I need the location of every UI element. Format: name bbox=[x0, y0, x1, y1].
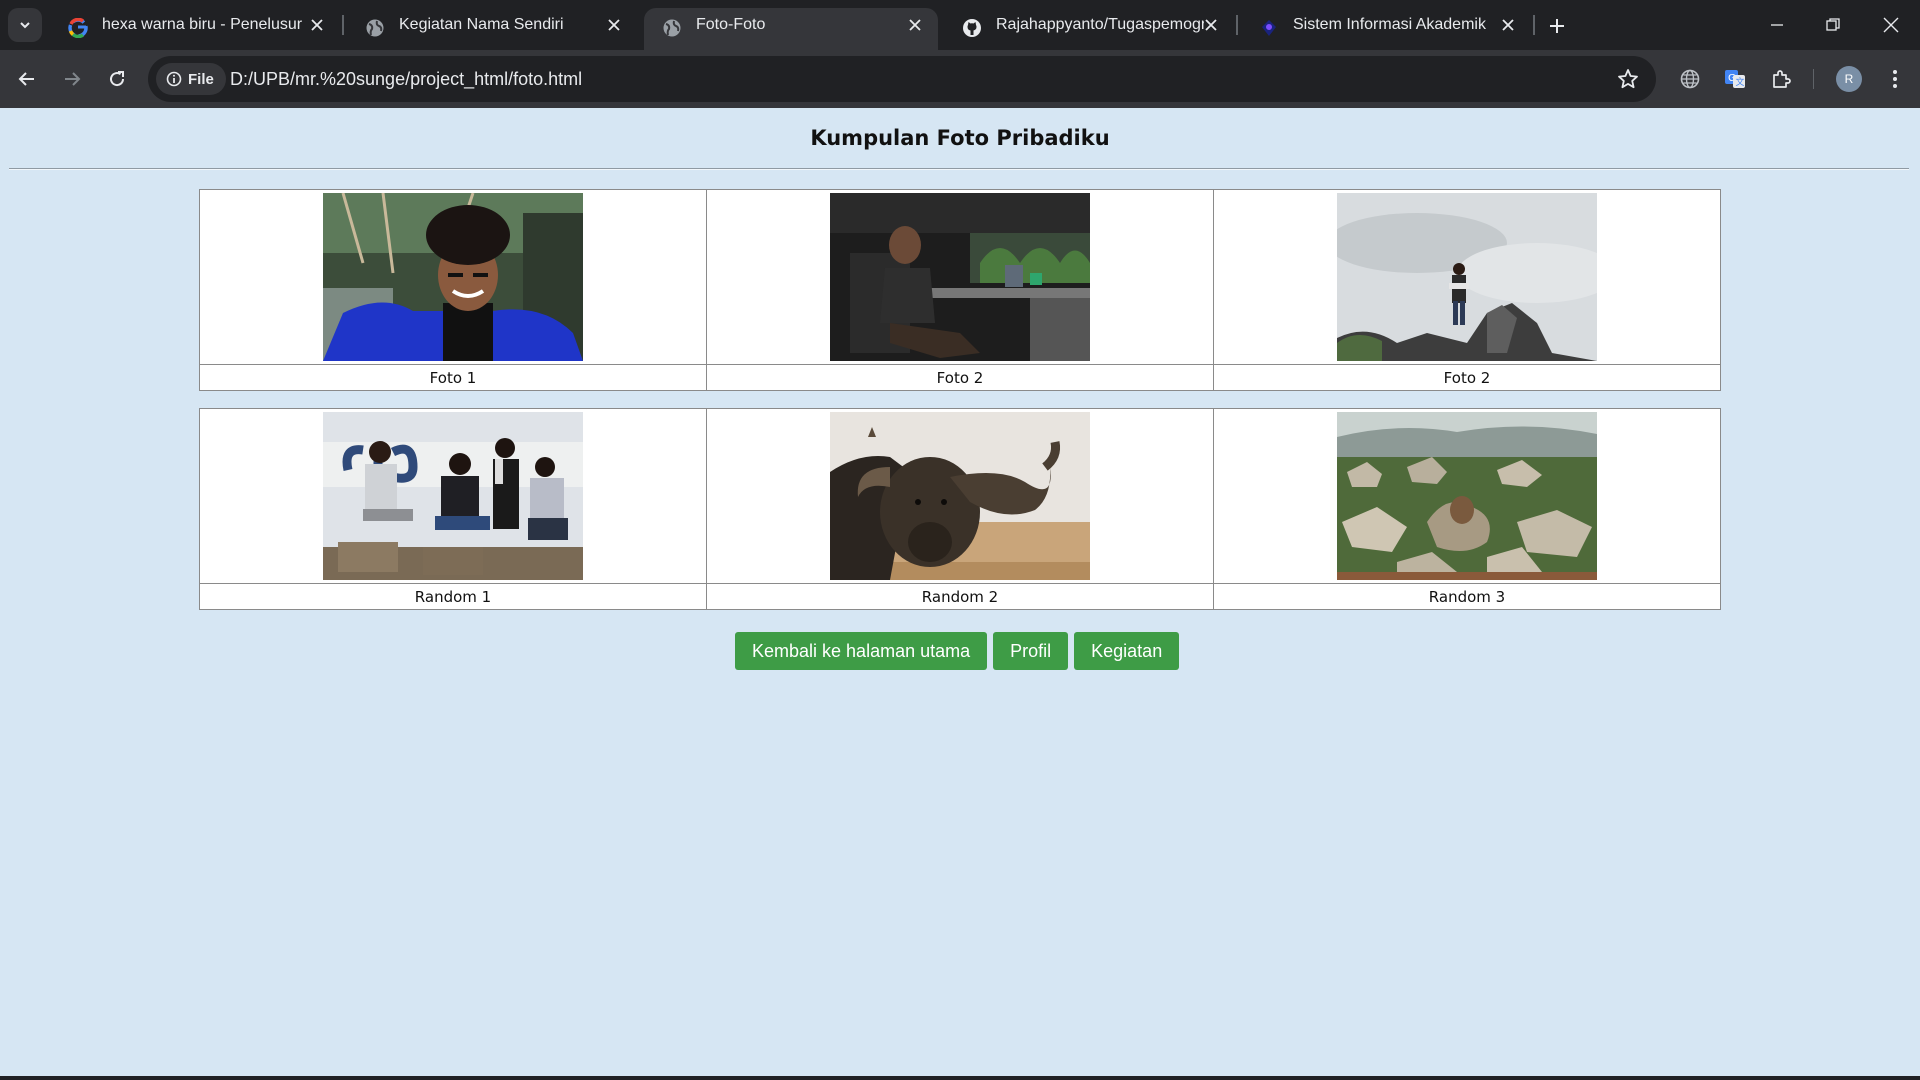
browser-toolbar: File D:/UPB/mr.%20sunge/project_html/fot… bbox=[0, 50, 1920, 108]
navigation-buttons: Kembali ke halaman utama Profil Kegiatan bbox=[735, 632, 1180, 670]
photo-foto-2[interactable] bbox=[830, 193, 1090, 361]
photo-caption: Foto 2 bbox=[1213, 364, 1721, 391]
close-tab-icon[interactable] bbox=[603, 14, 625, 36]
tab-foto-foto[interactable]: Foto-Foto bbox=[644, 8, 938, 50]
google-icon bbox=[68, 18, 88, 38]
tab-separator bbox=[342, 15, 344, 35]
tab-title: Rajahappyanto/Tugaspemogram bbox=[996, 16, 1204, 33]
profile-button[interactable]: Profil bbox=[993, 632, 1069, 670]
restore-button[interactable] bbox=[1808, 8, 1858, 42]
svg-text:文: 文 bbox=[1736, 76, 1745, 88]
more-vertical-icon bbox=[1893, 70, 1897, 88]
globe-icon bbox=[663, 19, 681, 37]
toolbar-divider bbox=[1813, 69, 1814, 89]
tab-hexa-warna-biru[interactable]: hexa warna biru - Penelusuran G bbox=[50, 8, 340, 50]
caption-row: Foto 1 Foto 2 Foto 2 bbox=[199, 364, 1721, 391]
menu-button[interactable] bbox=[1880, 64, 1910, 94]
google-translate-extension[interactable]: G文 bbox=[1720, 64, 1750, 94]
site-info-chip[interactable]: File bbox=[156, 63, 226, 95]
extensions-button[interactable] bbox=[1766, 64, 1796, 94]
globe-icon bbox=[1680, 69, 1700, 89]
photo-random-2[interactable] bbox=[830, 412, 1090, 580]
photo-caption: Random 3 bbox=[1213, 583, 1721, 610]
tab-title: Sistem Informasi Akademik bbox=[1293, 16, 1486, 33]
academic-logo-icon bbox=[1262, 20, 1276, 36]
photo-random-3[interactable] bbox=[1337, 412, 1597, 580]
photo-cell bbox=[1213, 408, 1721, 584]
url-text[interactable]: D:/UPB/mr.%20sunge/project_html/foto.htm… bbox=[230, 56, 582, 102]
reload-button[interactable] bbox=[99, 61, 135, 97]
photo-random-1[interactable] bbox=[323, 412, 583, 580]
tab-title: Kegiatan Nama Sendiri bbox=[399, 16, 564, 33]
github-icon bbox=[963, 19, 981, 37]
photo-cell bbox=[1213, 189, 1721, 365]
photo-cell bbox=[706, 408, 1214, 584]
close-tab-icon[interactable] bbox=[1200, 14, 1222, 36]
info-icon bbox=[166, 71, 182, 87]
address-bar[interactable]: File D:/UPB/mr.%20sunge/project_html/fot… bbox=[148, 56, 1656, 102]
horizontal-rule bbox=[9, 168, 1909, 170]
close-tab-icon[interactable] bbox=[1497, 14, 1519, 36]
close-tab-icon[interactable] bbox=[904, 14, 926, 36]
photo-foto-1[interactable] bbox=[323, 193, 583, 361]
photo-foto-2-rock[interactable] bbox=[1337, 193, 1597, 361]
photo-table-random: Random 1 Random 2 Random 3 bbox=[199, 408, 1721, 610]
photo-caption: Foto 2 bbox=[706, 364, 1214, 391]
photo-caption: Foto 1 bbox=[199, 364, 707, 391]
tab-separator bbox=[1533, 15, 1535, 35]
tab-sistem-informasi[interactable]: Sistem Informasi Akademik bbox=[1241, 8, 1531, 50]
tab-title: hexa warna biru - Penelusuran G bbox=[102, 16, 302, 33]
photo-table-pribadi: Foto 1 Foto 2 Foto 2 bbox=[199, 189, 1721, 391]
arrow-left-icon bbox=[18, 72, 34, 86]
back-button[interactable] bbox=[9, 61, 45, 97]
profile-avatar[interactable]: R bbox=[1836, 66, 1862, 92]
globe-icon bbox=[366, 19, 384, 37]
reload-icon bbox=[110, 71, 125, 87]
page-title: Kumpulan Foto Pribadiku bbox=[810, 126, 1110, 150]
bookmark-star-button[interactable] bbox=[1616, 67, 1640, 91]
close-tab-icon[interactable] bbox=[306, 14, 328, 36]
tab-title: Foto-Foto bbox=[696, 16, 766, 33]
chevron-down-icon bbox=[20, 22, 30, 29]
close-window-button[interactable] bbox=[1866, 8, 1916, 42]
tab-separator bbox=[1236, 15, 1238, 35]
minimize-button[interactable] bbox=[1752, 8, 1802, 42]
tab-search-button[interactable] bbox=[8, 8, 42, 42]
caption-row: Random 1 Random 2 Random 3 bbox=[199, 583, 1721, 610]
photo-cell bbox=[706, 189, 1214, 365]
photo-cell bbox=[199, 189, 707, 365]
page-content: Kumpulan Foto Pribadiku Foto 1 Foto 2 Fo… bbox=[0, 108, 1920, 1076]
tab-strip: hexa warna biru - Penelusuran G Kegiatan… bbox=[0, 0, 1920, 50]
close-icon bbox=[1883, 17, 1899, 33]
photo-caption: Random 1 bbox=[199, 583, 707, 610]
activity-button[interactable]: Kegiatan bbox=[1074, 632, 1180, 670]
restore-icon bbox=[1826, 18, 1840, 31]
translate-site-button[interactable] bbox=[1675, 64, 1705, 94]
window-bottom-edge bbox=[0, 1076, 1920, 1080]
photo-row bbox=[199, 189, 1721, 365]
tab-kegiatan[interactable]: Kegiatan Nama Sendiri bbox=[347, 8, 637, 50]
photo-cell bbox=[199, 408, 707, 584]
google-translate-icon: G文 bbox=[1725, 70, 1745, 88]
minimize-icon bbox=[1771, 24, 1783, 26]
back-to-home-button[interactable]: Kembali ke halaman utama bbox=[735, 632, 988, 670]
arrow-right-icon bbox=[65, 72, 81, 86]
star-icon bbox=[1618, 69, 1638, 89]
forward-button[interactable] bbox=[54, 61, 90, 97]
new-tab-button[interactable] bbox=[1540, 10, 1574, 42]
puzzle-icon bbox=[1773, 70, 1791, 88]
photo-row bbox=[199, 408, 1721, 584]
tab-github-repo[interactable]: Rajahappyanto/Tugaspemogram bbox=[944, 8, 1234, 50]
photo-caption: Random 2 bbox=[706, 583, 1214, 610]
site-info-label: File bbox=[188, 70, 214, 88]
plus-icon bbox=[1550, 19, 1564, 33]
